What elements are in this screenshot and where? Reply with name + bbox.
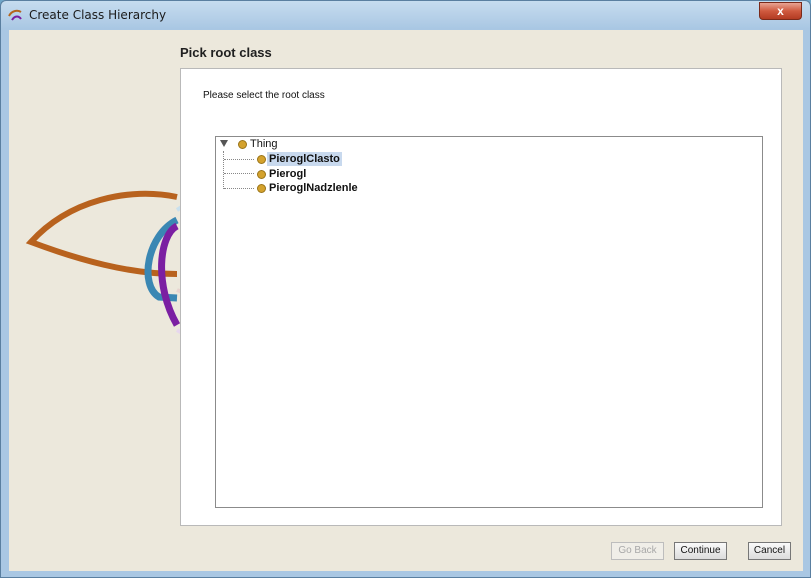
tree-node-label: PieroglClasto — [267, 152, 342, 166]
cancel-button[interactable]: Cancel — [748, 542, 791, 560]
go-back-button[interactable]: Go Back — [611, 542, 664, 560]
content-panel: Please select the root class Thing Piero… — [180, 68, 782, 526]
close-icon: x — [777, 4, 784, 18]
class-icon — [257, 170, 266, 179]
tree-connector-line — [224, 159, 254, 160]
class-tree[interactable]: Thing PieroglClasto Pierogl PieroglNadzl… — [215, 136, 763, 508]
close-button[interactable]: x — [759, 2, 802, 20]
tree-node-label: Pierogl — [269, 168, 307, 180]
expand-toggle-icon[interactable] — [220, 140, 228, 147]
tree-node-label: Thing — [250, 138, 278, 150]
instruction-text: Please select the root class — [203, 90, 325, 101]
tree-node[interactable]: Pierogl — [254, 167, 344, 181]
dialog-content: Pick root class Please select the root c… — [9, 30, 803, 571]
tree-connector-line — [224, 173, 254, 174]
tree-node[interactable]: PieroglClasto — [254, 152, 364, 166]
class-icon — [257, 155, 266, 164]
page-title: Pick root class — [180, 45, 272, 60]
tree-node-label: PieroglNadzlenle — [269, 182, 358, 194]
tree-connector-line — [224, 188, 254, 189]
dialog-window: Create Class Hierarchy x Pick root class… — [0, 0, 811, 578]
tree-node[interactable]: PieroglNadzlenle — [254, 181, 394, 195]
tree-node-root[interactable]: Thing — [216, 137, 306, 151]
window-title: Create Class Hierarchy — [29, 8, 167, 22]
app-logo-icon — [8, 9, 22, 21]
class-icon — [257, 184, 266, 193]
title-bar[interactable]: Create Class Hierarchy x — [1, 1, 810, 29]
continue-button[interactable]: Continue — [674, 542, 727, 560]
class-icon — [238, 140, 247, 149]
tree-connector-line — [223, 151, 224, 189]
